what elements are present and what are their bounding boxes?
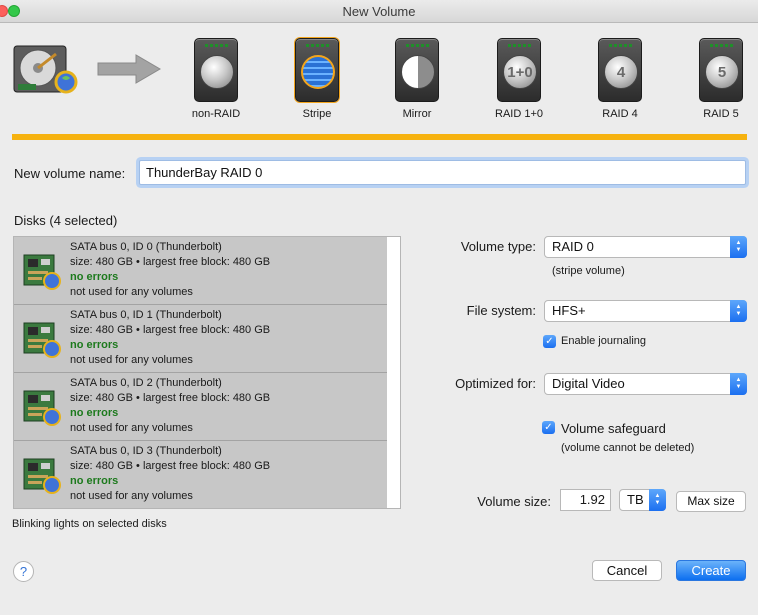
volume-type-label: Volume type: (460, 239, 536, 254)
volume-size-label: Volume size: (477, 494, 551, 509)
disk-size: size: 480 GB • largest free block: 480 G… (70, 256, 271, 268)
raid-option-label: RAID 5 (703, 108, 739, 120)
window-title: New Volume (342, 4, 416, 19)
raid-option-raid-5[interactable]: 5 RAID 5 (686, 38, 756, 120)
journaling-checkbox[interactable]: ✓ (543, 335, 556, 348)
disk-row[interactable]: SATA bus 0, ID 2 (Thunderbolt) size: 480… (14, 373, 387, 441)
disk-name: SATA bus 0, ID 2 (Thunderbolt) (70, 377, 222, 389)
hard-drive-icon (13, 45, 78, 94)
help-button[interactable]: ? (13, 561, 34, 582)
safeguard-checkbox[interactable]: ✓ (542, 421, 555, 434)
disk-usage: not used for any volumes (70, 286, 193, 298)
raid4-drive-icon: 4 (598, 38, 642, 102)
circuit-board-icon (23, 254, 61, 290)
circuit-board-icon (23, 390, 61, 426)
circuit-board-icon (23, 458, 61, 494)
blink-lights-note: Blinking lights on selected disks (12, 518, 167, 530)
disk-usage: not used for any volumes (70, 422, 193, 434)
raid-option-stripe[interactable]: Stripe (282, 38, 352, 120)
raid-option-label: non-RAID (191, 108, 241, 120)
disk-name: SATA bus 0, ID 0 (Thunderbolt) (70, 241, 222, 253)
raid-selection-bar (12, 134, 747, 140)
raid10-drive-icon: 1+0 (497, 38, 541, 102)
disk-name: SATA bus 0, ID 1 (Thunderbolt) (70, 309, 222, 321)
file-system-popup[interactable]: HFS+ ▲ ▼ (544, 300, 747, 322)
title-bar: New Volume (0, 0, 758, 23)
disk-usage: not used for any volumes (70, 354, 193, 366)
raid5-drive-icon: 5 (699, 38, 743, 102)
max-size-button[interactable]: Max size (676, 491, 746, 512)
raid-option-label: Mirror (402, 108, 432, 120)
journaling-label: Enable journaling (561, 335, 647, 347)
circuit-board-icon (23, 322, 61, 358)
raid-option-raid-1-0[interactable]: 1+0 RAID 1+0 (484, 38, 554, 120)
volume-type-value: RAID 0 (552, 239, 594, 254)
disks-heading: Disks (4 selected) (14, 213, 118, 228)
raid-option-label: RAID 4 (602, 108, 638, 120)
disk-size: size: 480 GB • largest free block: 480 G… (70, 324, 271, 336)
chevron-updown-icon: ▲ ▼ (730, 236, 747, 258)
volume-type-note: (stripe volume) (552, 265, 625, 277)
disk-row[interactable]: SATA bus 0, ID 0 (Thunderbolt) size: 480… (14, 237, 387, 305)
safeguard-label: Volume safeguard (561, 421, 666, 436)
disk-size: size: 480 GB • largest free block: 480 G… (70, 392, 271, 404)
disk-status: no errors (70, 475, 119, 487)
file-system-label: File system: (466, 303, 536, 318)
raid-option-non-raid[interactable]: non-RAID (181, 38, 251, 120)
volume-name-label: New volume name: (14, 166, 126, 181)
disk-status: no errors (70, 339, 119, 351)
disk-row[interactable]: SATA bus 0, ID 1 (Thunderbolt) size: 480… (14, 305, 387, 373)
disk-name: SATA bus 0, ID 3 (Thunderbolt) (70, 445, 222, 457)
stripe-drive-icon (295, 38, 339, 102)
optimized-for-label: Optimized for: (455, 376, 536, 391)
chevron-updown-icon: ▲ ▼ (649, 489, 666, 511)
disk-size: size: 480 GB • largest free block: 480 G… (70, 460, 271, 472)
safeguard-note: (volume cannot be deleted) (561, 442, 695, 454)
arrow-right-icon (97, 54, 161, 84)
disk-usage: not used for any volumes (70, 490, 193, 502)
file-system-value: HFS+ (552, 303, 586, 318)
chevron-updown-icon: ▲ ▼ (730, 300, 747, 322)
mirror-drive-icon (395, 38, 439, 102)
disk-row[interactable]: SATA bus 0, ID 3 (Thunderbolt) size: 480… (14, 441, 387, 508)
size-unit-value: TB (627, 492, 644, 507)
optimized-for-popup[interactable]: Digital Video ▲ ▼ (544, 373, 747, 395)
volume-size-input[interactable]: 1.92 (560, 489, 611, 511)
close-window-button[interactable] (0, 5, 8, 17)
disk-list[interactable]: SATA bus 0, ID 0 (Thunderbolt) size: 480… (13, 236, 401, 509)
cancel-button[interactable]: Cancel (592, 560, 662, 581)
create-button[interactable]: Create (676, 560, 746, 581)
raid-option-mirror[interactable]: Mirror (382, 38, 452, 120)
raid-option-label: Stripe (302, 108, 332, 120)
optimized-for-value: Digital Video (552, 376, 625, 391)
volume-name-input[interactable] (139, 160, 746, 185)
disk-drive-icon (194, 38, 238, 102)
size-unit-popup[interactable]: TB ▲ ▼ (619, 489, 666, 511)
volume-type-popup[interactable]: RAID 0 ▲ ▼ (544, 236, 747, 258)
disk-status: no errors (70, 407, 119, 419)
raid-option-label: RAID 1+0 (495, 108, 543, 120)
chevron-updown-icon: ▲ ▼ (730, 373, 747, 395)
raid-option-raid-4[interactable]: 4 RAID 4 (585, 38, 655, 120)
disk-status: no errors (70, 271, 119, 283)
zoom-window-button[interactable] (8, 5, 20, 17)
